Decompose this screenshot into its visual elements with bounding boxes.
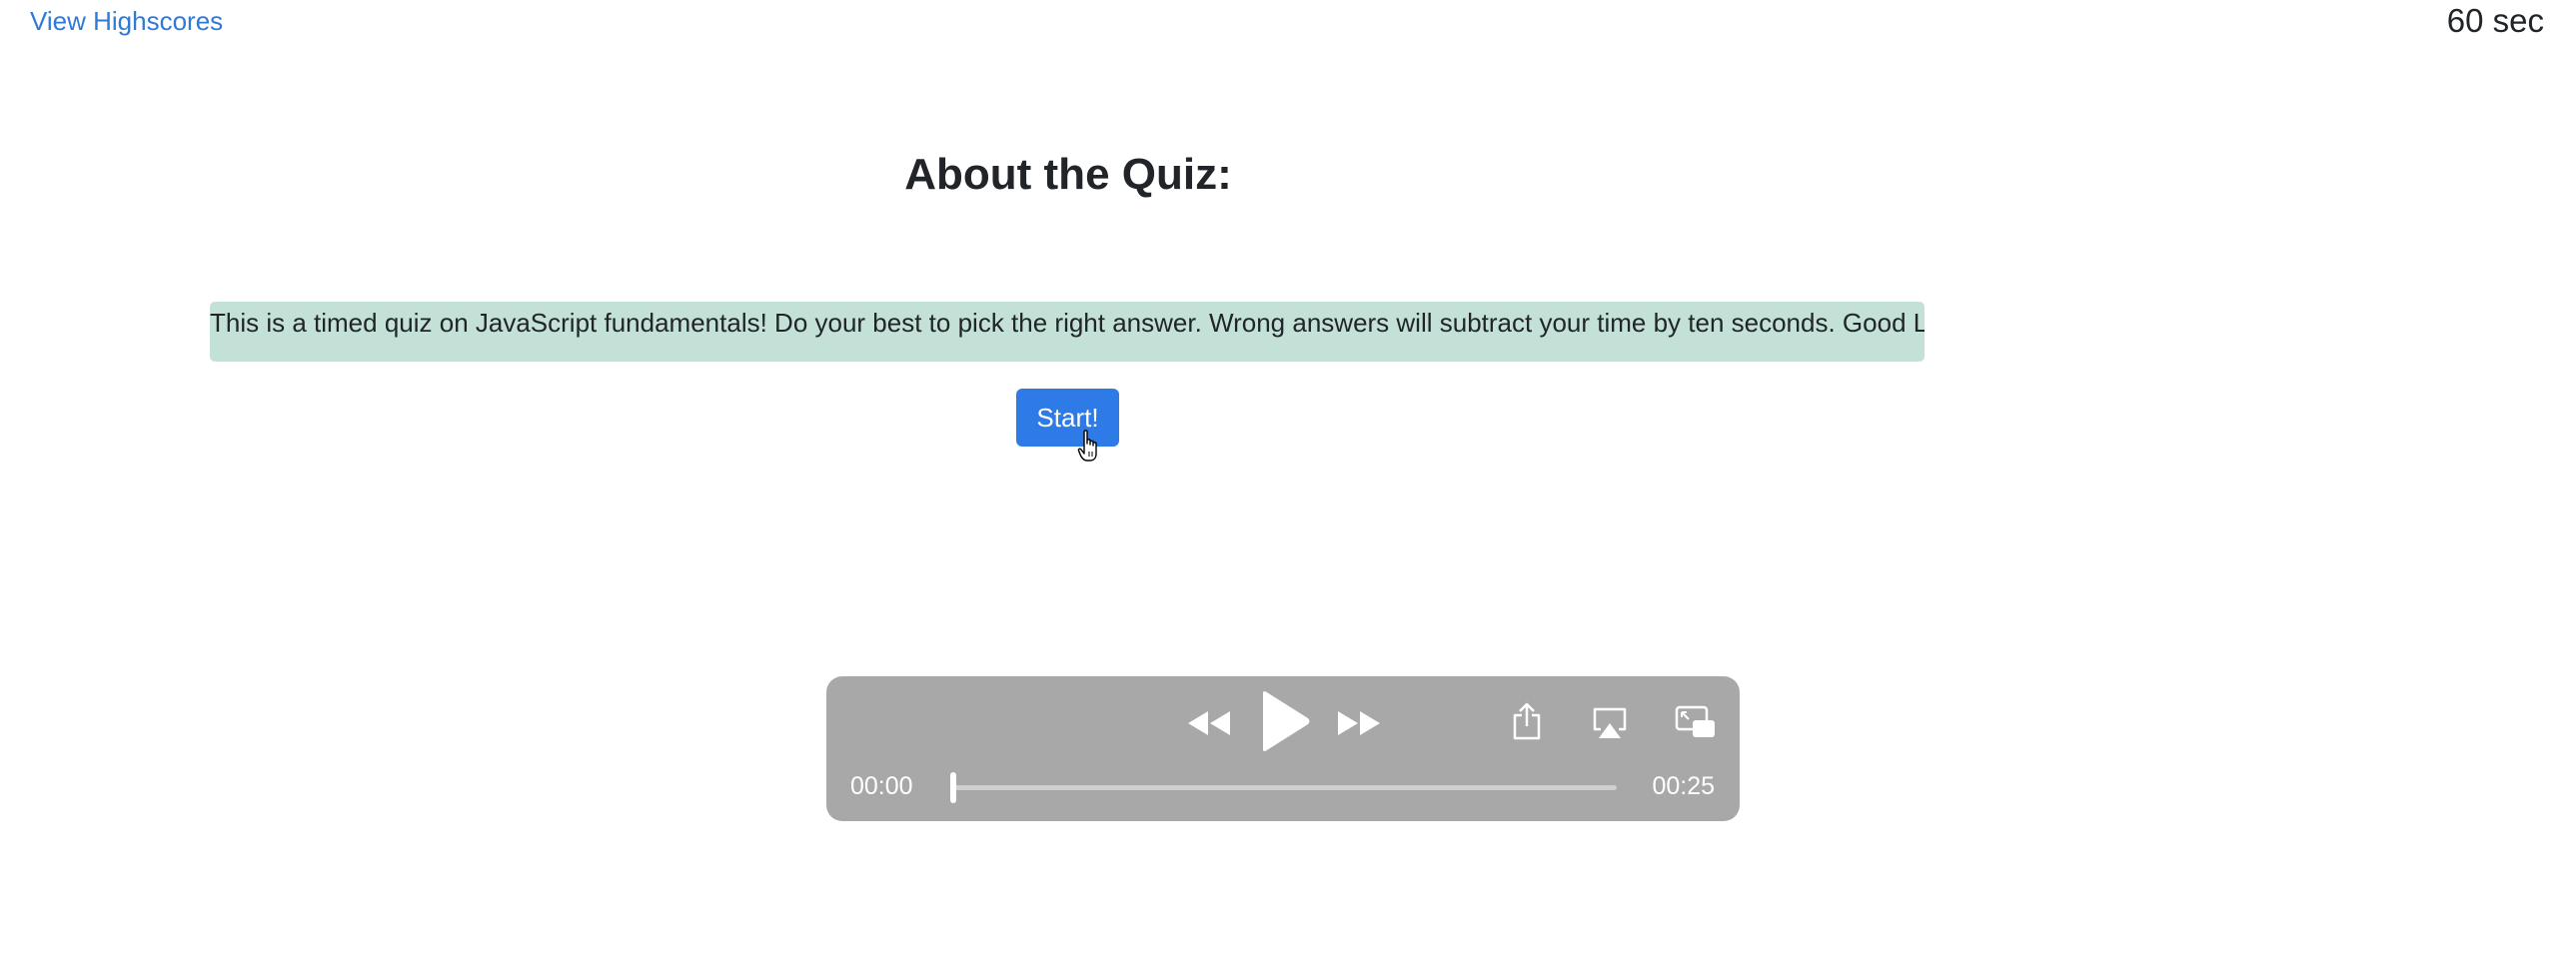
progress-scrubber[interactable] — [950, 772, 956, 803]
picture-in-picture-icon[interactable] — [1675, 705, 1717, 739]
quiz-description: This is a timed quiz on JavaScript funda… — [210, 302, 1925, 362]
start-button[interactable]: Start! — [1016, 389, 1119, 447]
video-player-controls: 00:00 00:25 — [826, 676, 1740, 821]
progress-track[interactable] — [952, 785, 1617, 790]
share-icon[interactable] — [1512, 702, 1542, 740]
fast-forward-icon[interactable] — [1336, 709, 1382, 737]
current-time-label: 00:00 — [850, 772, 913, 800]
duration-label: 00:25 — [1652, 772, 1715, 800]
timer-display: 60 sec — [2446, 2, 2544, 39]
page-title: About the Quiz: — [904, 150, 1232, 199]
rewind-icon[interactable] — [1186, 709, 1232, 737]
play-icon[interactable] — [1259, 690, 1311, 752]
view-highscores-link[interactable]: View Highscores — [30, 6, 223, 37]
hand-pointer-cursor-icon — [1077, 430, 1097, 462]
airplay-icon[interactable] — [1592, 706, 1628, 740]
